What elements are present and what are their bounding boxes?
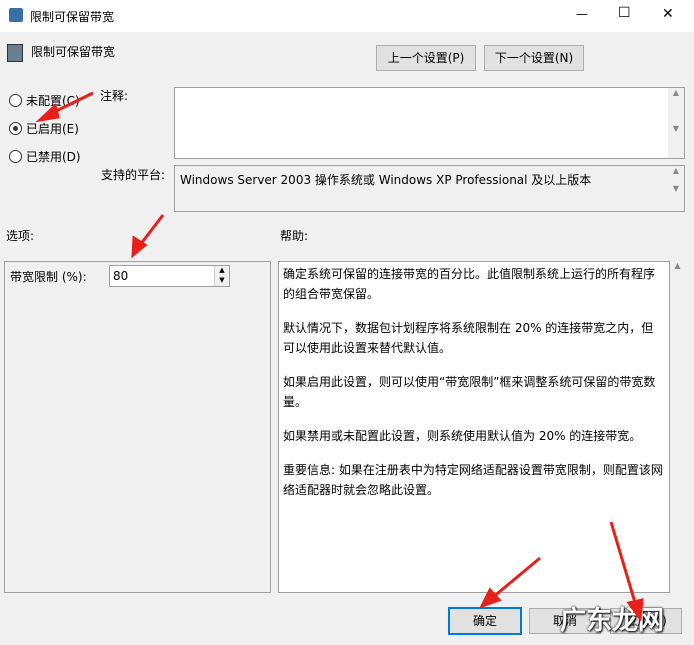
annotation-arrows [35,91,644,622]
